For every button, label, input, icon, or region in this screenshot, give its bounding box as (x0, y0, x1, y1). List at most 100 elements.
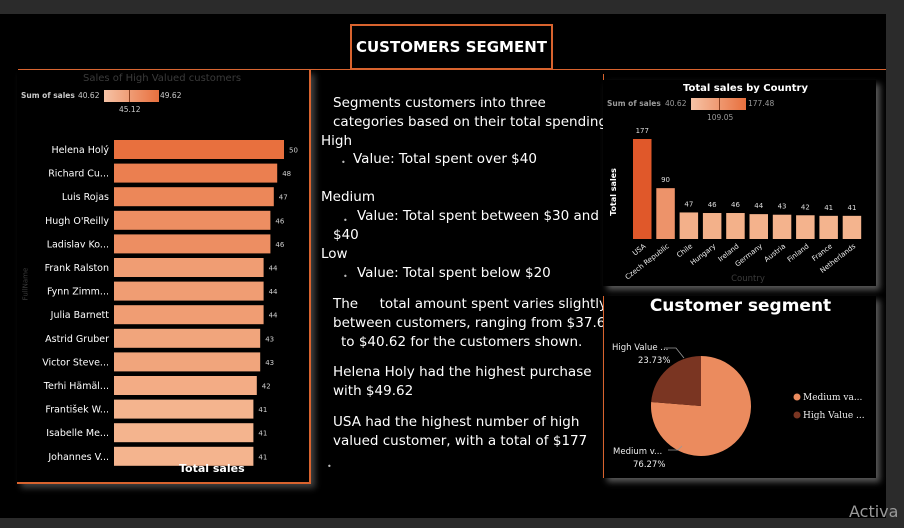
bullet-icon: • (341, 158, 346, 167)
country-name-label: Czech Republic (624, 242, 671, 281)
medium-value-text: Value: Total spent between $30 and (357, 208, 599, 224)
customer-sales-bar (114, 399, 254, 419)
customer-sales-bar (114, 140, 284, 159)
sales-by-country-chart[interactable]: Total sales by Country Sum of sales 40.6… (603, 80, 876, 286)
customer-sales-value: 41 (258, 430, 267, 438)
description-line: USA had the highest number of high (333, 414, 580, 430)
country-sales-bar (749, 214, 768, 239)
country-sales-value: 44 (754, 202, 763, 210)
description-line: valued customer, with a total of $177 (333, 433, 588, 449)
medium-value-text-cont: $40 (333, 227, 359, 243)
customer-name-label: František W... (45, 405, 109, 416)
description-line: The total amount spent varies slightly (333, 296, 608, 312)
description-line: Segments customers into three (333, 95, 546, 111)
customer-name-label: Astrid Gruber (45, 334, 109, 345)
country-name-label: Austria (763, 242, 787, 264)
left-x-axis-label: Total sales (179, 462, 245, 475)
customer-name-label: Frank Ralston (45, 263, 109, 274)
customer-sales-bar (114, 187, 274, 207)
customer-sales-value: 50 (289, 147, 298, 155)
country-name-label: USA (631, 242, 648, 257)
pie-legend-label: High Value ... (803, 411, 865, 421)
customer-sales-bar (114, 352, 261, 372)
customer-sales-value: 46 (275, 217, 284, 225)
country-name-label: Chile (675, 242, 694, 259)
description-line: with $49.62 (333, 383, 414, 399)
country-sales-bar (656, 188, 675, 239)
customer-name-label: Hugh O'Reilly (45, 216, 109, 227)
high-heading: High (321, 133, 353, 149)
description-line: between customers, ranging from $37.62 (333, 315, 614, 331)
country-sales-value: 41 (847, 204, 856, 212)
bullet-icon: • (343, 216, 348, 225)
customer-name-label: Isabelle Me... (46, 428, 109, 439)
customer-sales-bar (114, 210, 271, 230)
country-sales-bar (633, 139, 652, 239)
description-line: Helena Holy had the highest purchase (333, 364, 592, 380)
customer-sales-value: 47 (279, 194, 288, 202)
high-value-text: Value: Total spent over $40 (353, 151, 537, 167)
country-sales-bar (726, 213, 745, 239)
customer-name-label: Victor Steve... (42, 357, 109, 368)
customer-name-label: Terhi Hämäl... (43, 381, 109, 392)
country-sales-bar (842, 215, 862, 239)
customer-name-label: Richard Cu... (48, 169, 109, 180)
country-sales-bar (702, 213, 722, 239)
country-sales-value: 90 (661, 176, 670, 184)
customer-segment-pie-chart[interactable]: Customer segment High Value ... 23.73% Med… (603, 296, 876, 478)
customer-sales-value: 44 (269, 265, 278, 273)
country-sales-bar (772, 214, 792, 239)
country-sales-value: 47 (684, 200, 693, 208)
country-name-label: Hungary (689, 242, 717, 267)
low-value-text: Value: Total spent below $20 (357, 265, 551, 281)
country-sales-bar (819, 215, 838, 239)
customer-sales-value: 42 (262, 383, 271, 391)
country-bar-chart-svg: 177 USA 90 Czech Republic 47 Chile 46 Hungary 46… (609, 127, 862, 284)
customer-sales-value: 43 (265, 359, 274, 367)
customer-sales-bar (114, 423, 254, 443)
pie-label-medium: Medium v... (613, 447, 662, 457)
customer-sales-bar (114, 234, 271, 254)
country-sales-value: 43 (778, 203, 787, 211)
customer-name-label: Helena Holý (51, 145, 109, 156)
description-line: to $40.62 for the customers shown. (341, 334, 583, 350)
segment-description: Segments customers into three categories… (313, 74, 614, 494)
medium-heading: Medium (321, 189, 375, 205)
customer-name-label: Fynn Zimm... (47, 287, 109, 298)
left-bar-chart-svg: Helena Holý 50 Richard Cu... 48 Luis Rojas 47… (42, 140, 298, 466)
high-valued-customers-chart[interactable]: Sales of High Valued customers Sum of sa… (17, 70, 311, 484)
customer-sales-bar (114, 281, 264, 301)
customer-sales-value: 44 (269, 312, 278, 320)
country-sales-value: 46 (708, 201, 717, 209)
pie-pct-high: 23.73% (638, 356, 670, 366)
description-line: categories based on their total spending… (333, 114, 612, 130)
page-title: CUSTOMERS SEGMENT (350, 24, 553, 70)
customer-sales-value: 48 (282, 170, 291, 178)
country-sales-value: 42 (801, 203, 810, 211)
low-heading: Low (321, 246, 348, 262)
customer-sales-value: 41 (258, 453, 267, 461)
customer-name-label: Luis Rojas (62, 192, 109, 203)
pie-pct-medium: 76.27% (633, 460, 665, 470)
country-sales-value: 46 (731, 201, 740, 209)
pie-legend-label: Medium va... (803, 393, 863, 403)
country-x-axis-label: Country (731, 274, 765, 284)
pie-chart-svg: High Value ... 23.73% Medium v... 76.27% Med… (612, 343, 865, 470)
customer-sales-bar (114, 376, 257, 395)
country-sales-bar (679, 212, 699, 239)
customer-name-label: Ladislav Ko... (47, 239, 109, 250)
country-sales-value: 177 (636, 127, 649, 135)
customer-sales-bar (114, 258, 264, 277)
activate-watermark: Activa (849, 502, 899, 521)
customer-sales-bar (114, 328, 261, 348)
pie-legend-dot (793, 411, 801, 419)
pie-label-high: High Value ... (612, 343, 668, 353)
customer-sales-bar (114, 163, 278, 183)
country-y-axis-label: Total sales (609, 168, 618, 216)
country-sales-bar (796, 215, 815, 239)
report-page: CUSTOMERS SEGMENT Sales of High Valued c… (0, 14, 886, 518)
country-name-label: Finland (786, 242, 811, 264)
customer-name-label: Julia Barnett (50, 310, 110, 321)
customer-sales-value: 44 (269, 288, 278, 296)
customer-sales-bar (114, 305, 264, 325)
